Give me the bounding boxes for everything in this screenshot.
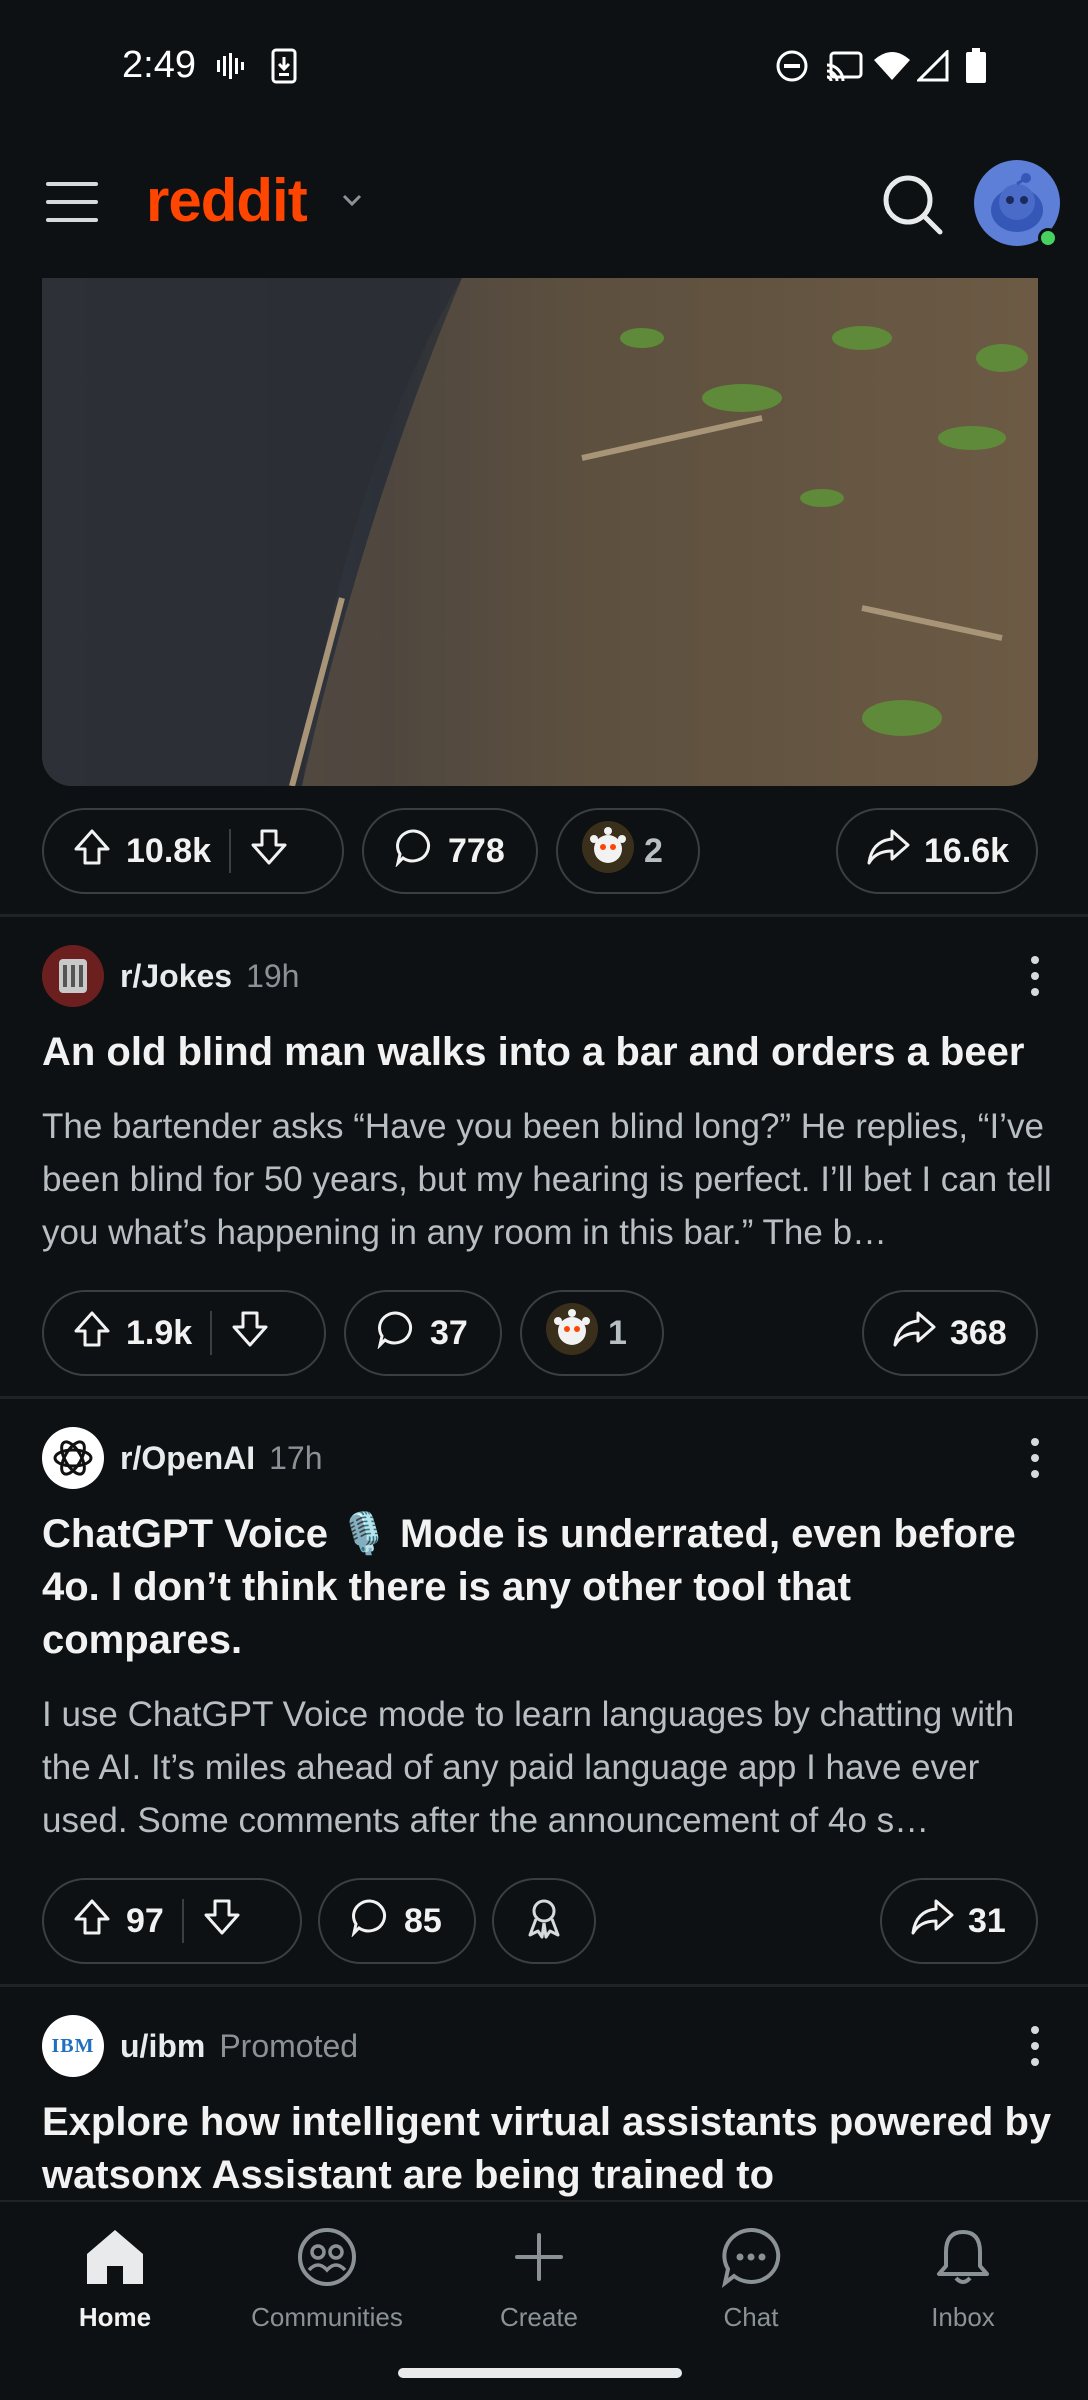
- nav-label: Communities: [251, 2302, 403, 2332]
- post-header: IBM u/ibm Promoted: [42, 2014, 358, 2078]
- download-notification-icon: [270, 48, 298, 84]
- share-button[interactable]: 31: [880, 1878, 1038, 1964]
- post-title[interactable]: An old blind man walks into a bar and or…: [42, 1026, 1052, 1079]
- chat-icon: [716, 2222, 786, 2292]
- battery-icon: [964, 48, 988, 84]
- post-divider: [0, 914, 1088, 917]
- comments-button[interactable]: 85: [318, 1878, 476, 1964]
- upvote-icon[interactable]: [72, 1897, 112, 1946]
- post-body[interactable]: The bartender asks “Have you been blind …: [42, 1100, 1052, 1259]
- wifi-icon: [872, 48, 912, 84]
- share-button[interactable]: 368: [862, 1290, 1038, 1376]
- award-icon: [580, 819, 636, 884]
- downvote-icon[interactable]: [202, 1897, 242, 1946]
- communities-icon: [292, 2222, 362, 2292]
- award-count: 2: [644, 831, 663, 870]
- nav-create[interactable]: Create: [454, 2222, 624, 2342]
- promoted-label: Promoted: [219, 2027, 359, 2064]
- subreddit-name[interactable]: r/OpenAI: [120, 1440, 255, 1477]
- post-time: 17h: [269, 1439, 323, 1476]
- upvote-count: 10.8k: [126, 831, 212, 870]
- nav-label: Chat: [723, 2302, 779, 2332]
- nav-label: Home: [78, 2302, 152, 2332]
- online-status-dot: [1038, 228, 1058, 248]
- post-time: 19h: [246, 957, 300, 994]
- award-button[interactable]: 2: [556, 808, 700, 894]
- menu-icon[interactable]: [46, 182, 98, 226]
- bottom-navigation: Home Communities Create Chat Inbox: [0, 2200, 1088, 2400]
- downvote-icon[interactable]: [230, 1309, 270, 1358]
- advertiser-icon[interactable]: IBM: [42, 2015, 104, 2077]
- nav-communities[interactable]: Communities: [242, 2222, 412, 2342]
- award-count: 1: [608, 1313, 627, 1352]
- vote-control: 97: [42, 1878, 302, 1964]
- share-icon: [892, 1309, 936, 1358]
- nav-label: Create: [499, 2302, 579, 2332]
- share-count: 368: [950, 1313, 1007, 1352]
- vibrate-icon: [214, 48, 244, 84]
- nav-label: Inbox: [931, 2302, 995, 2332]
- post-actions: 10.8k 778 2 16.6k: [42, 808, 1038, 894]
- subreddit-icon[interactable]: [42, 945, 104, 1007]
- plus-icon: [504, 2222, 574, 2292]
- more-options-icon[interactable]: [1020, 944, 1050, 1008]
- post-actions: 1.9k 37 1 368: [42, 1290, 1038, 1376]
- advertiser-name[interactable]: u/ibm: [120, 2028, 205, 2065]
- award-icon: [544, 1301, 600, 1366]
- advertiser-icon-text: IBM: [51, 2034, 95, 2057]
- top-app-bar: reddit: [0, 136, 1088, 278]
- share-button[interactable]: 16.6k: [836, 808, 1038, 894]
- gesture-home-indicator[interactable]: [398, 2368, 682, 2378]
- comment-count: 85: [404, 1901, 442, 1940]
- more-options-icon[interactable]: [1020, 1426, 1050, 1490]
- post-title[interactable]: ChatGPT Voice 🎙️ Mode is underrated, eve…: [42, 1508, 1052, 1667]
- share-count: 16.6k: [924, 831, 1010, 870]
- vote-control: 10.8k: [42, 808, 344, 894]
- upvote-count: 97: [126, 1901, 164, 1940]
- comment-icon: [350, 1897, 390, 1946]
- nav-inbox[interactable]: Inbox: [878, 2222, 1048, 2342]
- search-icon[interactable]: [878, 170, 948, 240]
- share-icon: [866, 827, 910, 876]
- share-count: 31: [968, 1901, 1006, 1940]
- award-outline-icon: [522, 1895, 566, 1948]
- post-title[interactable]: Explore how intelligent virtual assistan…: [42, 2096, 1052, 2200]
- status-bar: 2:49: [0, 0, 1088, 136]
- award-button[interactable]: 1: [520, 1290, 664, 1376]
- post-body[interactable]: I use ChatGPT Voice mode to learn langua…: [42, 1688, 1052, 1847]
- post-image[interactable]: [42, 278, 1038, 786]
- home-icon: [80, 2222, 150, 2292]
- downvote-icon[interactable]: [249, 827, 289, 876]
- chevron-down-icon[interactable]: [338, 186, 366, 219]
- subreddit-name[interactable]: r/Jokes: [120, 958, 232, 995]
- comment-icon: [394, 827, 434, 876]
- signal-icon: [916, 48, 950, 84]
- post-actions: 97 85 31: [42, 1878, 1038, 1964]
- status-time: 2:49: [122, 44, 196, 86]
- bell-icon: [928, 2222, 998, 2292]
- comments-button[interactable]: 37: [344, 1290, 502, 1376]
- post-divider: [0, 1396, 1088, 1399]
- dnd-icon: [774, 48, 810, 84]
- upvote-count: 1.9k: [126, 1313, 193, 1352]
- reddit-logo[interactable]: reddit: [146, 166, 308, 235]
- comments-button[interactable]: 778: [362, 808, 538, 894]
- home-feed[interactable]: 10.8k 778 2 16.6k r/Jokes 19h An old bli…: [0, 278, 1088, 2200]
- upvote-icon[interactable]: [72, 827, 112, 876]
- comment-count: 37: [430, 1313, 468, 1352]
- post-header: r/OpenAI 17h: [42, 1426, 323, 1490]
- nav-home[interactable]: Home: [30, 2222, 200, 2342]
- more-options-icon[interactable]: [1020, 2014, 1050, 2078]
- subreddit-icon[interactable]: [42, 1427, 104, 1489]
- vote-control: 1.9k: [42, 1290, 326, 1376]
- upvote-icon[interactable]: [72, 1309, 112, 1358]
- post-header: r/Jokes 19h: [42, 944, 299, 1008]
- cast-icon: [824, 48, 864, 84]
- award-button[interactable]: [492, 1878, 596, 1964]
- share-icon: [910, 1897, 954, 1946]
- comment-count: 778: [448, 831, 505, 870]
- post-divider: [0, 1984, 1088, 1987]
- comment-icon: [376, 1309, 416, 1358]
- nav-chat[interactable]: Chat: [666, 2222, 836, 2342]
